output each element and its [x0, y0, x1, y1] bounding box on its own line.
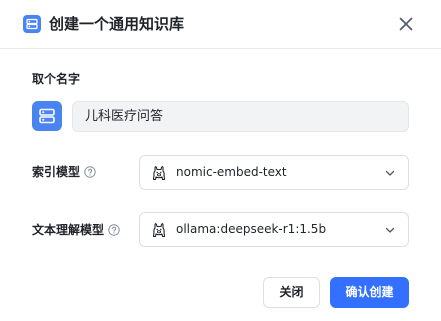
llama-icon [152, 223, 166, 238]
chevron-down-icon [385, 227, 395, 233]
confirm-create-button[interactable]: 确认创建 [330, 277, 409, 308]
text-model-select[interactable]: ollama:deepseek-r1:1.5b [139, 212, 409, 247]
index-model-select[interactable]: nomic-embed-text [139, 155, 409, 190]
help-circle-icon[interactable] [84, 166, 96, 178]
text-model-label-row: 文本理解模型 [32, 222, 120, 238]
index-model-label-row: 索引模型 [32, 164, 96, 180]
index-model-label: 索引模型 [32, 165, 81, 179]
text-model-value: ollama:deepseek-r1:1.5b [176, 222, 327, 236]
name-label: 取个名字 [32, 72, 81, 86]
database-icon[interactable] [32, 101, 62, 131]
dialog-title: 创建一个通用知识库 [49, 15, 185, 33]
index-model-value: nomic-embed-text [176, 165, 287, 179]
database-icon [23, 15, 41, 33]
close-button[interactable]: 关闭 [263, 277, 320, 308]
create-knowledge-base-dialog: 创建一个通用知识库 取个名字 儿科医疗问答 索引模型 nomic-embed-t… [0, 0, 441, 321]
dialog-header: 创建一个通用知识库 [0, 0, 441, 49]
knowledge-base-name-input[interactable]: 儿科医疗问答 [72, 101, 409, 132]
chevron-down-icon [385, 170, 395, 176]
help-circle-icon[interactable] [108, 224, 120, 236]
close-icon[interactable] [396, 14, 416, 34]
text-model-label: 文本理解模型 [32, 223, 105, 237]
llama-icon [152, 166, 166, 181]
